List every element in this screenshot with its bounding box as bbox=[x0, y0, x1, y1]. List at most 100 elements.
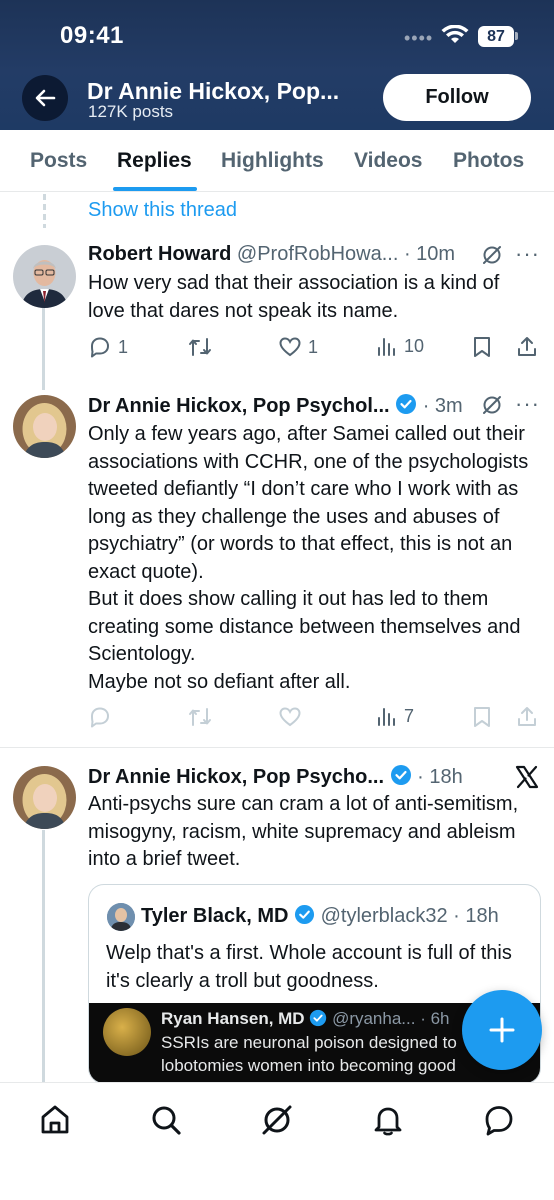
avatar-robert-image bbox=[13, 245, 76, 308]
repost-button[interactable] bbox=[187, 335, 213, 359]
reply-button[interactable] bbox=[88, 705, 112, 729]
reply-count: 1 bbox=[118, 336, 129, 357]
views-icon bbox=[378, 338, 395, 356]
post-time: · 3m bbox=[422, 395, 463, 417]
verified-badge-icon bbox=[310, 1009, 327, 1027]
bookmark-button[interactable] bbox=[471, 335, 493, 359]
thread-connector bbox=[43, 194, 46, 228]
avatar[interactable] bbox=[13, 245, 76, 308]
quote-author-name: Tyler Black, MD bbox=[141, 905, 289, 927]
post-header: Dr Annie Hickox, Pop Psychol... · 3m bbox=[88, 393, 463, 418]
tab-highlights[interactable]: Highlights bbox=[221, 149, 324, 173]
wifi-icon bbox=[441, 25, 469, 43]
tab-replies[interactable]: Replies bbox=[117, 149, 192, 173]
author-handle-time: @ProfRobHowa... · 10m bbox=[236, 243, 456, 265]
like-count: 1 bbox=[308, 336, 319, 357]
quote-header: Tyler Black, MD @tylerblack32 · 18h bbox=[141, 904, 499, 928]
thread-line bbox=[42, 305, 45, 390]
post-text: Anti-psychs sure can cram a lot of anti-… bbox=[88, 793, 519, 870]
compose-button[interactable] bbox=[462, 990, 542, 1070]
profile-name: Dr Annie Hickox, Pop... bbox=[87, 78, 340, 104]
battery-tip bbox=[515, 32, 518, 40]
bookmark-button[interactable] bbox=[471, 705, 493, 729]
post-time: · 18h bbox=[417, 766, 463, 788]
bookmark-icon bbox=[474, 707, 490, 727]
grok-icon[interactable] bbox=[481, 394, 503, 416]
avatar[interactable] bbox=[13, 766, 76, 829]
post-text: How very sad that their association is a… bbox=[88, 272, 500, 322]
tab-photos[interactable]: Photos bbox=[453, 149, 524, 173]
battery-indicator: 87 bbox=[478, 26, 514, 47]
views-icon bbox=[378, 708, 395, 726]
arrow-left-icon bbox=[35, 89, 56, 107]
post-text: Only a few years ago, after Samei called… bbox=[88, 421, 538, 696]
bottom-navigation bbox=[0, 1082, 554, 1200]
views-button[interactable]: 10 bbox=[376, 335, 424, 357]
media-header: Ryan Hansen, MD @ryanha... · 6h bbox=[161, 1009, 450, 1029]
share-button[interactable] bbox=[515, 705, 539, 729]
avatar-annie-image bbox=[13, 395, 76, 458]
media-text: SSRIs are neuronal poison designed to lo… bbox=[161, 1033, 457, 1075]
author-name[interactable]: Robert Howard bbox=[88, 243, 231, 265]
author-name[interactable]: Dr Annie Hickox, Pop Psycho... bbox=[88, 766, 384, 788]
tab-videos[interactable]: Videos bbox=[354, 149, 422, 173]
post-header: Robert Howard @ProfRobHowa... · 10m bbox=[88, 243, 455, 266]
messages-icon[interactable] bbox=[482, 1103, 516, 1137]
share-button[interactable] bbox=[515, 335, 539, 359]
post-paragraph: Only a few years ago, after Samei called… bbox=[88, 423, 529, 583]
post-paragraph: Maybe not so defiant after all. bbox=[88, 670, 351, 693]
reply-icon bbox=[91, 707, 109, 728]
views-count: 7 bbox=[404, 705, 415, 726]
reply-button[interactable]: 1 bbox=[88, 335, 128, 359]
media-handle-time: @ryanha... · 6h bbox=[332, 1009, 450, 1028]
bookmark-icon bbox=[474, 337, 490, 357]
avatar[interactable] bbox=[13, 395, 76, 458]
x-logo-icon bbox=[515, 765, 539, 789]
repost-button[interactable] bbox=[187, 705, 213, 729]
views-button[interactable]: 7 bbox=[376, 705, 414, 727]
plus-icon bbox=[489, 1017, 515, 1043]
show-thread-link[interactable]: Show this thread bbox=[88, 199, 237, 222]
search-icon[interactable] bbox=[149, 1103, 183, 1137]
share-icon bbox=[518, 707, 536, 726]
heart-icon bbox=[279, 707, 301, 727]
verified-badge-icon bbox=[390, 765, 411, 785]
thread-line bbox=[42, 830, 45, 1082]
home-icon[interactable] bbox=[38, 1103, 72, 1137]
tab-posts[interactable]: Posts bbox=[30, 149, 87, 173]
post-actions: 1 1 10 bbox=[88, 335, 540, 363]
back-button[interactable] bbox=[22, 75, 68, 121]
quote-text: Welp that's a first. Whole account is fu… bbox=[106, 942, 512, 992]
grok-icon[interactable] bbox=[481, 244, 503, 266]
share-icon bbox=[518, 337, 536, 356]
repost-icon bbox=[189, 708, 211, 726]
status-time: 09:41 bbox=[60, 22, 124, 49]
like-button[interactable]: 1 bbox=[278, 335, 318, 359]
quote-handle-time: @tylerblack32 · 18h bbox=[320, 905, 499, 927]
post-divider bbox=[0, 747, 554, 748]
follow-button[interactable]: Follow bbox=[383, 74, 531, 121]
author-name[interactable]: Dr Annie Hickox, Pop Psychol... bbox=[88, 395, 390, 417]
posts-count: 127K posts bbox=[88, 102, 174, 121]
avatar-tyler-image bbox=[107, 903, 135, 931]
reply-icon bbox=[91, 337, 109, 358]
verified-badge-icon bbox=[396, 394, 417, 414]
profile-tabs: Posts Replies Highlights Videos Photos bbox=[0, 130, 554, 192]
more-options-icon[interactable]: ··· bbox=[515, 241, 540, 267]
views-count: 10 bbox=[404, 335, 425, 356]
like-button[interactable] bbox=[278, 705, 302, 729]
signal-icon: •••• bbox=[404, 28, 434, 48]
avatar bbox=[107, 903, 135, 931]
post-paragraph: But it does show calling it out has led … bbox=[88, 588, 521, 665]
avatar-annie-image bbox=[13, 766, 76, 829]
media-author-name: Ryan Hansen, MD bbox=[161, 1009, 305, 1028]
grok-icon[interactable] bbox=[260, 1103, 294, 1137]
active-tab-indicator bbox=[113, 187, 197, 191]
avatar bbox=[103, 1008, 151, 1056]
heart-icon bbox=[279, 337, 301, 357]
notifications-bell-icon[interactable] bbox=[371, 1103, 405, 1137]
repost-icon bbox=[189, 338, 211, 356]
post-actions: 7 bbox=[88, 705, 540, 733]
more-options-icon[interactable]: ··· bbox=[515, 391, 540, 417]
post-header: Dr Annie Hickox, Pop Psycho... · 18h bbox=[88, 764, 463, 789]
